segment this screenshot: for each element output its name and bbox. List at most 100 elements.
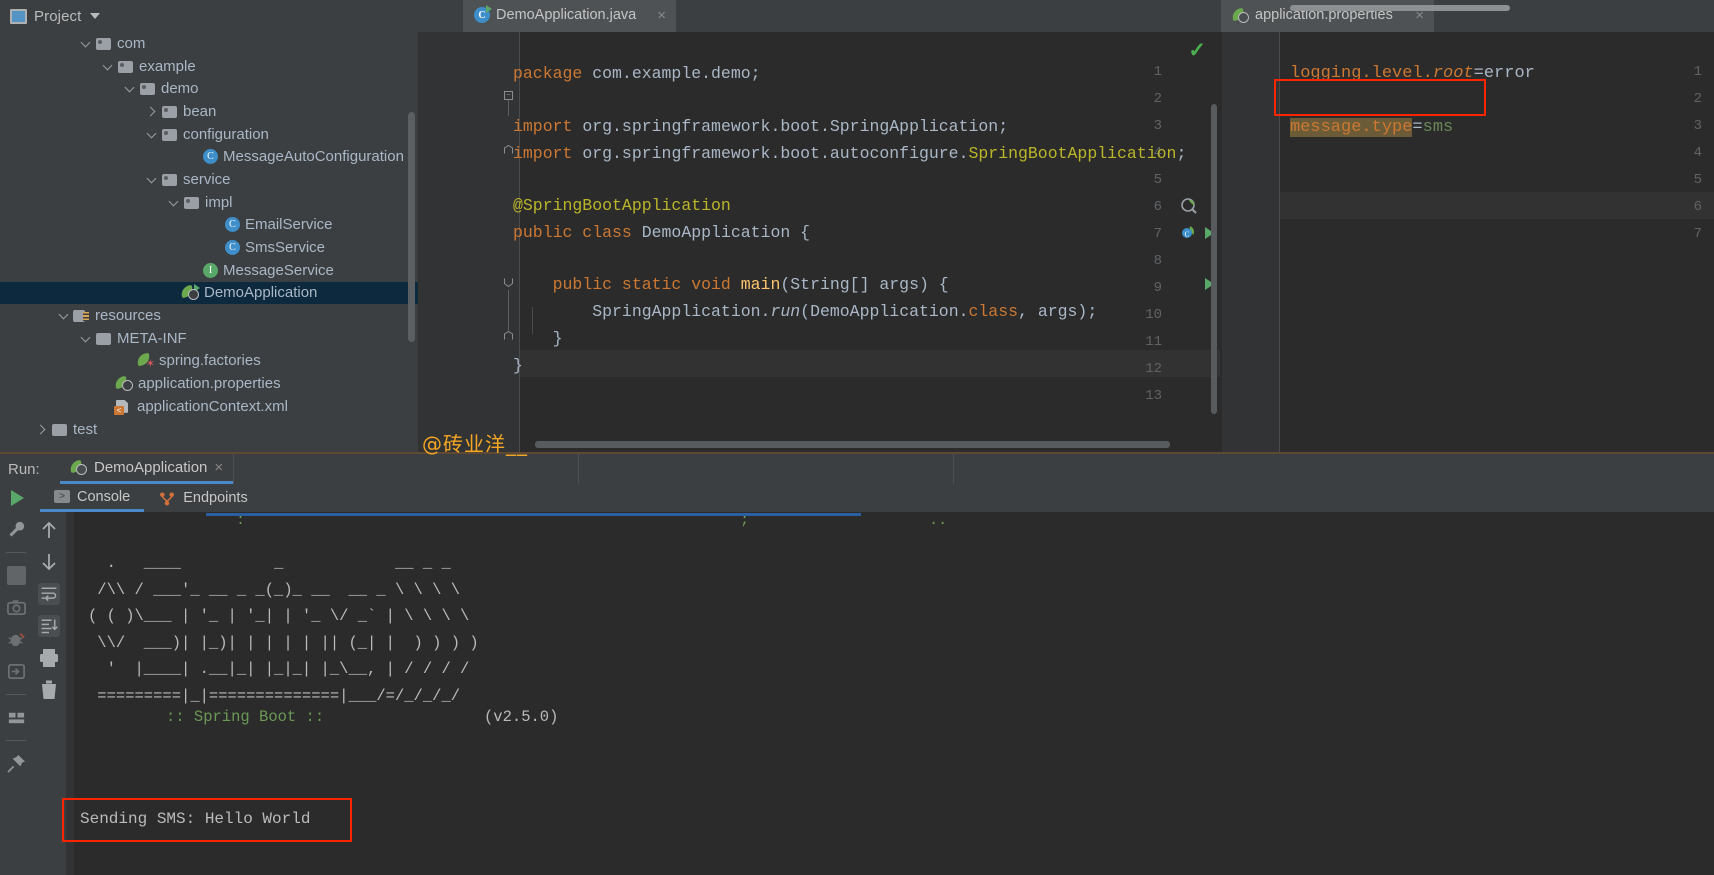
tree-item-smsservice[interactable]: CSmsService [0,236,418,259]
tree-spacer [100,400,113,413]
spring-run-icon [70,460,87,475]
console-icon: > [54,490,70,503]
toolbar-divider [6,694,26,695]
close-icon[interactable]: × [653,7,666,24]
tree-spacer [210,218,223,231]
spring-run-gutter-icon[interactable]: C [1180,224,1198,242]
java-editor[interactable]: 12345678910111213 C − [420,32,1220,452]
line-number: 8 [1132,253,1162,269]
tree-item-label: DemoApplication [204,284,317,301]
soft-wrap-icon[interactable] [38,583,60,605]
spring-factories-icon [137,353,154,368]
tree-item-spring-factories[interactable]: spring.factories [0,350,418,373]
highlight-box-message-type [1274,79,1486,116]
fold-end-marker[interactable] [504,145,513,154]
spring-bean-gutter-icon[interactable] [1180,197,1198,215]
chevron-down-icon[interactable] [146,173,159,186]
tab-endpoints[interactable]: Endpoints [144,484,262,512]
editor-horizontal-scrollbar[interactable] [535,441,1170,448]
export-icon[interactable] [7,662,26,681]
inspection-ok-icon[interactable]: ✓ [1188,38,1206,63]
chevron-down-icon[interactable] [102,60,115,73]
project-panel-header[interactable]: Project [0,0,460,32]
tree-item-messageservice[interactable]: IMessageService [0,259,418,282]
tree-item-label: EmailService [245,216,333,233]
tree-spacer [166,286,179,299]
code-line-12: } [513,356,523,375]
run-console-toolbar [32,512,66,875]
pin-icon[interactable] [7,754,26,773]
spring-boot-version-label: :: Spring Boot :: [166,710,324,726]
tab-demoapplication-java[interactable]: C DemoApplication.java × [463,0,676,32]
tree-item-label: service [183,171,231,188]
code-line-9: public static void main(String[] args) { [513,275,949,294]
tree-item-demo[interactable]: demo [0,77,418,100]
tree-item-configuration[interactable]: configuration [0,123,418,146]
tree-item-label: SmsService [245,239,325,256]
chevron-down-icon[interactable] [168,196,181,209]
chevron-down-icon[interactable] [124,82,137,95]
line-number: 9 [1132,280,1162,296]
spring-boot-banner: . ____ _ __ _ _ /\\ / ___'_ __ _ _(_)_ _… [88,550,479,710]
tree-item-test[interactable]: test [0,418,418,441]
close-icon[interactable]: × [214,459,223,476]
chevron-down-icon[interactable] [58,309,71,322]
properties-horizontal-scrollbar[interactable] [1290,5,1510,11]
fold-line [508,100,509,116]
line-number: 13 [1132,388,1162,404]
chevron-down-icon[interactable] [90,13,100,19]
tree-item-application-properties[interactable]: application.properties [0,372,418,395]
run-configuration-tab[interactable]: DemoApplication × [60,454,233,484]
tree-item-demoapplication[interactable]: DemoApplication [0,282,418,305]
chevron-right-icon[interactable] [146,105,159,118]
rerun-icon[interactable] [11,490,24,506]
tree-spacer [100,377,113,390]
chevron-down-icon[interactable] [80,37,93,50]
tree-item-service[interactable]: service [0,168,418,191]
tree-item-applicationcontext-xml[interactable]: applicationContext.xml [0,395,418,418]
line-number: 7 [1694,226,1702,242]
camera-icon[interactable] [7,598,26,617]
print-icon[interactable] [38,647,60,669]
gutter-divider [519,32,520,452]
chevron-down-icon[interactable] [80,332,93,345]
editor-tabstrip: C DemoApplication.java × application.pro… [460,0,1714,32]
tree-item-com[interactable]: com [0,32,418,55]
tree-spacer [210,241,223,254]
run-left-toolbar [0,512,32,875]
tree-item-messageautoconfiguration[interactable]: CMessageAutoConfiguration [0,145,418,168]
tree-item-resources[interactable]: resources [0,304,418,327]
fold-end-method[interactable] [504,331,513,340]
wrench-icon[interactable] [7,520,26,539]
spring-boot-version: (v2.5.0) [484,710,558,726]
stop-icon[interactable] [7,566,26,585]
trash-icon[interactable] [38,679,60,701]
xml-icon [115,399,132,414]
fold-marker[interactable]: − [504,91,513,100]
tree-item-impl[interactable]: impl [0,191,418,214]
project-tree[interactable]: comexampledemo bean configurationCMessageA… [0,32,418,452]
chevron-right-icon[interactable] [36,423,49,436]
folder-icon [95,331,112,346]
layout-icon[interactable] [7,708,26,727]
tree-item-bean[interactable]: bean [0,100,418,123]
tree-item-label: bean [183,103,216,120]
scroll-down-icon[interactable] [38,551,60,573]
interface-icon: I [203,263,218,278]
tree-item-emailservice[interactable]: CEmailService [0,214,418,237]
bug-icon[interactable] [7,630,26,649]
tree-item-example[interactable]: example [0,55,418,78]
chevron-down-icon[interactable] [146,128,159,141]
editor-vertical-scrollbar[interactable] [1211,104,1217,414]
code-line-10: SpringApplication.run(DemoApplication.cl… [513,302,1097,321]
spring-run-icon [181,285,199,300]
tree-scrollbar[interactable] [408,112,415,342]
tab-console[interactable]: > Console [40,484,144,512]
folder-icon [117,59,134,74]
scroll-to-end-icon[interactable] [38,615,60,637]
fold-line [508,290,509,332]
scroll-up-icon[interactable] [38,519,60,541]
tree-item-meta-inf[interactable]: META-INF [0,327,418,350]
fold-marker-method[interactable] [504,278,513,287]
properties-gutter[interactable] [1222,32,1280,452]
